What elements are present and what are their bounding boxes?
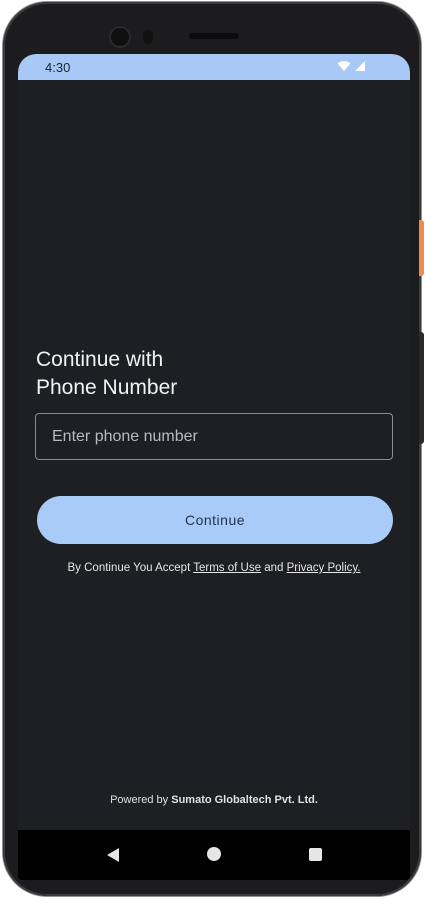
page-title: Continue with Phone Number [36, 346, 177, 402]
earpiece-speaker [189, 33, 239, 39]
cellular-signal-icon [355, 61, 365, 71]
privacy-policy-link[interactable]: Privacy Policy. [287, 562, 361, 574]
status-time: 4:30 [45, 60, 71, 75]
powered-by-footer: Powered by Sumato Globaltech Pvt. Ltd. [18, 794, 410, 806]
recents-icon[interactable] [309, 848, 322, 861]
app-screen: 4:30 Continue with Phone Number Continue… [18, 54, 410, 880]
page-title-line-2: Phone Number [36, 376, 178, 399]
terms-and: and [261, 562, 287, 574]
continue-button[interactable]: Continue [37, 496, 393, 544]
system-nav-bar [18, 830, 410, 880]
home-icon[interactable] [207, 847, 221, 861]
terms-of-use-link[interactable]: Terms of Use [193, 562, 261, 574]
power-button [419, 220, 424, 276]
phone-number-input[interactable] [35, 413, 393, 460]
terms-prefix: By Continue You Accept [67, 562, 194, 574]
wifi-icon [337, 61, 351, 71]
page-title-line-1: Continue with [36, 348, 164, 371]
back-icon[interactable] [106, 847, 120, 863]
phone-frame: 4:30 Continue with Phone Number Continue… [3, 2, 424, 896]
company-name: Sumato Globaltech Pvt. Ltd. [171, 794, 318, 806]
volume-button [419, 332, 424, 444]
powered-by-prefix: Powered by [110, 794, 172, 806]
terms-notice: By Continue You Accept Terms of Use and … [18, 562, 410, 574]
sensor-icon [143, 30, 153, 44]
status-bar: 4:30 [18, 54, 410, 80]
status-icons [337, 60, 366, 72]
front-camera-icon [111, 28, 129, 46]
